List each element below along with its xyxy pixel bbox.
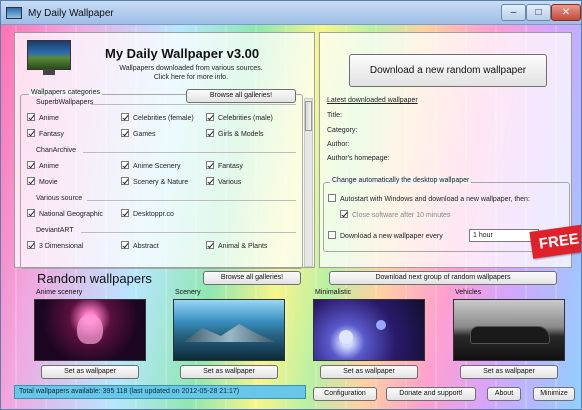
checkbox-check-icon xyxy=(27,209,35,217)
checkbox-download-every[interactable]: Download a new wallpaper every xyxy=(328,231,443,240)
section-deviantart: DeviantART xyxy=(36,227,74,234)
anime-figure-shape xyxy=(77,314,103,344)
checkbox-close-after[interactable]: Close software after 10 minutes xyxy=(340,210,450,219)
checkbox-check-icon xyxy=(206,241,214,249)
download-next-group-button[interactable]: Download next group of random wallpapers xyxy=(329,271,557,285)
checkbox-chan-various[interactable]: Various xyxy=(206,177,241,186)
divider xyxy=(81,232,296,233)
checkbox-superb-anime[interactable]: Anime xyxy=(27,113,59,122)
checkbox-check-icon xyxy=(121,177,129,185)
checkbox-check-icon xyxy=(27,129,35,137)
checkbox-chan-anime[interactable]: Anime xyxy=(27,161,59,170)
download-random-wallpaper-button[interactable]: Download a new random wallpaper xyxy=(349,54,547,87)
checkbox-check-icon xyxy=(206,161,214,169)
minimize-window-button[interactable]: – xyxy=(501,4,526,21)
checkbox-icon xyxy=(328,231,336,239)
status-bar: Total wallpapers available: 395 118 (las… xyxy=(14,385,306,399)
checkbox-check-icon xyxy=(121,129,129,137)
checkbox-chan-fantasy[interactable]: Fantasy xyxy=(206,161,243,170)
checkbox-check-icon xyxy=(121,209,129,217)
checkbox-chan-movie[interactable]: Movie xyxy=(27,177,58,186)
donate-button[interactable]: Donate and support! xyxy=(386,387,476,401)
wallpaper-author-label: Author: xyxy=(327,141,350,148)
app-name-heading: My Daily Wallpaper v3.00 xyxy=(105,46,260,61)
thumb-label-anime-scenery: Anime scenery xyxy=(36,289,83,296)
app-subtitle[interactable]: Wallpapers downloaded from various sourc… xyxy=(93,65,289,72)
mountain-shape xyxy=(184,324,276,342)
divider xyxy=(83,152,296,153)
section-various-source: Various source xyxy=(36,195,83,202)
checkbox-check-icon xyxy=(206,177,214,185)
set-wallpaper-button-2[interactable]: Set as wallpaper xyxy=(180,365,278,379)
minimize-button[interactable]: Minimize xyxy=(533,387,575,401)
checkbox-superb-fantasy[interactable]: Fantasy xyxy=(27,129,64,138)
checkbox-check-icon xyxy=(27,113,35,121)
sphere-shape xyxy=(339,330,353,344)
set-wallpaper-button-3[interactable]: Set as wallpaper xyxy=(320,365,418,379)
sphere-shape xyxy=(376,320,386,330)
divider xyxy=(91,104,296,105)
close-window-button[interactable]: ✕ xyxy=(551,4,581,21)
checkbox-deviant-animal-plants[interactable]: Animal & Plants xyxy=(206,241,267,250)
main-window: My Daily Wallpaper – □ ✕ My Daily Wallpa… xyxy=(0,0,582,410)
checkbox-autostart[interactable]: Autostart with Windows and download a ne… xyxy=(328,194,530,203)
checkbox-superb-celebrities-male[interactable]: Celebrities (male) xyxy=(206,113,273,122)
checkbox-check-icon xyxy=(121,113,129,121)
checkbox-superb-celebrities-female[interactable]: Celebrities (female) xyxy=(121,113,194,122)
title-bar[interactable]: My Daily Wallpaper – □ ✕ xyxy=(1,1,581,25)
checkbox-check-icon xyxy=(340,210,348,218)
checkbox-superb-games[interactable]: Games xyxy=(121,129,156,138)
checkbox-chan-anime-scenery[interactable]: Anime Scenery xyxy=(121,161,180,170)
categories-group-label: Wallpapers categories xyxy=(29,89,102,96)
thumbnail-scenery[interactable] xyxy=(173,299,285,361)
browse-all-galleries-button-2[interactable]: Browse all galleries! xyxy=(203,271,301,285)
auto-change-group-label: Change automatically the desktop wallpap… xyxy=(330,177,472,184)
thumbnail-vehicles[interactable] xyxy=(453,299,565,361)
configuration-button[interactable]: Configuration xyxy=(313,387,377,401)
checkbox-check-icon xyxy=(206,129,214,137)
section-chanarchive: ChanArchive xyxy=(36,147,77,154)
about-button[interactable]: About xyxy=(487,387,521,401)
thumbnail-minimalistic[interactable] xyxy=(313,299,425,361)
latest-wallpaper-heading[interactable]: Latest downloaded wallpaper xyxy=(327,97,418,104)
section-superbwallpapers: SuperbWallpapers xyxy=(36,99,94,106)
set-wallpaper-button-1[interactable]: Set as wallpaper xyxy=(41,365,139,379)
categories-panel: My Daily Wallpaper v3.00 Wallpapers down… xyxy=(14,32,315,269)
maximize-window-button[interactable]: □ xyxy=(526,4,551,21)
checkbox-check-icon xyxy=(121,241,129,249)
set-wallpaper-button-4[interactable]: Set as wallpaper xyxy=(460,365,558,379)
scroll-thumb[interactable] xyxy=(305,101,312,131)
divider xyxy=(87,200,296,201)
browse-all-galleries-button[interactable]: Browse all galleries! xyxy=(186,89,296,103)
checkbox-check-icon xyxy=(27,161,35,169)
checkbox-icon xyxy=(328,194,336,202)
checkbox-desktoppr[interactable]: Desktoppr.co xyxy=(121,209,174,218)
checkbox-check-icon xyxy=(206,113,214,121)
app-logo-icon xyxy=(27,40,71,75)
wallpaper-title-label: Title: xyxy=(327,112,342,119)
interval-select[interactable]: 1 hour▼ xyxy=(469,229,539,242)
checkbox-superb-girls-models[interactable]: Girls & Models xyxy=(206,129,264,138)
categories-scrollbar[interactable] xyxy=(304,98,313,267)
categories-group: Wallpapers categories SuperbWallpapers A… xyxy=(20,89,303,269)
author-homepage-label: Author's homepage: xyxy=(327,155,390,162)
thumbnail-anime-scenery[interactable] xyxy=(34,299,146,361)
checkbox-check-icon xyxy=(27,241,35,249)
checkbox-deviant-3d[interactable]: 3 Dimensional xyxy=(27,241,83,250)
thumb-label-scenery: Scenery xyxy=(175,289,201,296)
random-wallpapers-heading: Random wallpapers xyxy=(37,271,152,286)
checkbox-national-geographic[interactable]: National Geographic xyxy=(27,209,103,218)
checkbox-chan-scenery-nature[interactable]: Scenery & Nature xyxy=(121,177,188,186)
thumb-label-minimalistic: Minimalistic xyxy=(315,289,352,296)
app-monitor-icon xyxy=(6,7,22,19)
window-title: My Daily Wallpaper xyxy=(28,8,114,19)
checkbox-check-icon xyxy=(27,177,35,185)
more-info-link[interactable]: Click here for more info. xyxy=(93,74,289,81)
wallpaper-category-label: Category: xyxy=(327,127,358,134)
car-shape xyxy=(470,326,550,344)
checkbox-check-icon xyxy=(121,161,129,169)
thumb-label-vehicles: Vehicles xyxy=(455,289,482,296)
checkbox-deviant-abstract[interactable]: Abstract xyxy=(121,241,159,250)
